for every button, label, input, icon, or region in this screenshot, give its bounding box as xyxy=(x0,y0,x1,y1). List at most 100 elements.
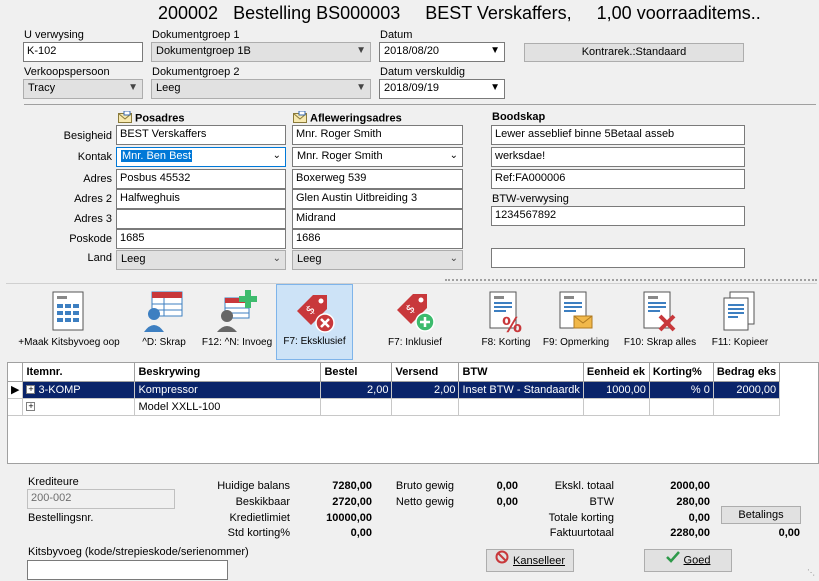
amount-cell[interactable] xyxy=(713,398,781,416)
dokumentgroep1-select[interactable]: Dokumentgroep 1B ▼ xyxy=(151,42,371,62)
shipped-cell[interactable]: 2,00 xyxy=(391,381,460,399)
unit-price-cell[interactable]: 1000,00 xyxy=(583,381,650,399)
delivery-besigheid-input[interactable]: Mnr. Roger Smith xyxy=(292,125,463,145)
vat-cell[interactable]: Inset BTW - Standaardk xyxy=(458,381,584,399)
totale-korting-label: Totale korting xyxy=(548,512,614,524)
delete-all-button[interactable]: F10: Skrap alles xyxy=(618,284,702,360)
discount-button[interactable]: % F8: Korting xyxy=(476,284,536,360)
message-line2-input[interactable]: werksdae! xyxy=(491,147,745,167)
stock-summary: 1,00 voorraaditems.. xyxy=(596,3,761,23)
adres2-label: Adres 2 xyxy=(74,193,112,205)
toolbar: +Maak Kitsbyvoeg oop ^D: Skrap F12: ^N: … xyxy=(6,283,817,360)
delivery-adres-input[interactable]: Boxerweg 539 xyxy=(292,169,463,189)
column-header[interactable]: Bestel xyxy=(320,363,393,382)
window-title: 200002 Bestelling BS000003 BEST Verskaff… xyxy=(158,3,761,24)
checkmark-icon xyxy=(665,550,680,571)
column-header[interactable]: Korting% xyxy=(649,363,714,382)
post-adres3-input[interactable] xyxy=(116,209,286,229)
svg-text:%: % xyxy=(502,313,522,334)
table-row[interactable]: + Model XXLL-100 xyxy=(8,398,781,416)
delete-button[interactable]: ^D: Skrap xyxy=(130,284,198,360)
datum-value: 2018/08/20 xyxy=(384,45,440,57)
vat-cell[interactable] xyxy=(458,398,584,416)
post-land-select[interactable]: Leeg ⌄ xyxy=(116,250,286,270)
discount-cell[interactable]: % 0 xyxy=(649,381,714,399)
document-number: 200002 xyxy=(158,3,219,23)
datum-picker[interactable]: 2018/08/20 ▼ xyxy=(379,42,505,62)
amount-cell[interactable]: 2000,00 xyxy=(713,381,781,399)
faktuurtotaal-label: Faktuurtotaal xyxy=(549,527,614,539)
aflewering-heading-text: Afleweringsadres xyxy=(310,112,402,125)
dokumentgroep2-select[interactable]: Leeg ▼ xyxy=(151,79,371,99)
exclusive-label: F7: Eksklusief xyxy=(283,336,346,347)
post-poskode-input[interactable]: 1685 xyxy=(116,229,286,249)
kanselleer-button[interactable]: Kanselleer xyxy=(486,549,574,572)
kontrarek-button[interactable]: Kontrarek.:Standaard xyxy=(524,43,744,62)
copy-label: F11: Kopieer xyxy=(711,337,769,348)
discount-cell[interactable] xyxy=(649,398,714,416)
post-adres2-input[interactable]: Halfweghuis xyxy=(116,189,286,209)
delivery-adres2-input[interactable]: Glen Austin Uitbreiding 3 xyxy=(292,189,463,209)
copy-button[interactable]: F11: Kopieer xyxy=(704,284,776,360)
btw-verwysing-label: BTW-verwysing xyxy=(492,193,569,205)
message-line3-input[interactable]: Ref:FA000006 xyxy=(491,169,745,189)
kit-button[interactable]: +Maak Kitsbyvoeg oop xyxy=(8,284,130,360)
unit-price-cell[interactable] xyxy=(583,398,650,416)
column-header[interactable]: Eenheid ek xyxy=(583,363,650,382)
delivery-adres3-input[interactable]: Midrand xyxy=(292,209,463,229)
note-button[interactable]: F9: Opmerking xyxy=(538,284,614,360)
column-header[interactable]: Bedrag eks xyxy=(713,363,781,382)
inclusive-button[interactable]: $ F7: Inklusief xyxy=(376,284,454,360)
datum-verskuldig-picker[interactable]: 2018/09/19 ▼ xyxy=(379,79,505,99)
netto-label: Netto gewig xyxy=(395,496,454,508)
shipped-cell[interactable] xyxy=(391,398,460,416)
delivery-poskode-input[interactable]: 1686 xyxy=(292,229,463,249)
dokumentgroep2-value: Leeg xyxy=(156,82,181,94)
delivery-land-select[interactable]: Leeg ⌄ xyxy=(292,250,463,270)
besigheid-label: Besigheid xyxy=(63,130,112,142)
chevron-down-icon: ▼ xyxy=(490,45,500,56)
itemnr-cell[interactable]: +3-KOMP xyxy=(22,381,136,399)
column-header[interactable]: Itemnr. xyxy=(22,363,136,382)
itemnr-cell[interactable]: + xyxy=(22,398,136,416)
delivery-land-value: Leeg xyxy=(297,253,322,265)
datum-verskuldig-label: Datum verskuldig xyxy=(380,66,465,78)
description-cell[interactable]: Kompressor xyxy=(134,381,322,399)
datum-label: Datum xyxy=(380,29,413,41)
std-korting-value: 0,00 xyxy=(350,527,372,539)
resize-grip-icon[interactable]: ⋱ xyxy=(807,569,817,579)
betalings-value: 0,00 xyxy=(778,527,800,539)
column-header[interactable]: BTW xyxy=(458,363,584,382)
delivery-kontak-select[interactable]: Mnr. Roger Smith ⌄ xyxy=(292,147,463,167)
expand-icon[interactable]: + xyxy=(26,402,36,412)
goed-label: Goed xyxy=(683,554,711,567)
posadres-heading-text: Posadres xyxy=(135,112,185,125)
description-cell[interactable]: Model XXLL-100 xyxy=(134,398,322,416)
verkoopspersoon-label: Verkoopspersoon xyxy=(24,66,110,78)
netto-value: 0,00 xyxy=(496,496,518,508)
exclusive-button[interactable]: $ F7: Eksklusief xyxy=(276,284,353,360)
column-header[interactable]: Versend xyxy=(391,363,460,382)
message-extra-input[interactable] xyxy=(491,248,745,268)
expand-icon[interactable]: + xyxy=(26,385,36,395)
u-verwysing-input[interactable]: K-102 xyxy=(23,42,143,62)
goed-button[interactable]: Goed xyxy=(644,549,732,572)
std-korting-label: Std korting% xyxy=(227,527,290,539)
adres3-label: Adres 3 xyxy=(74,213,112,225)
note-label: F9: Opmerking xyxy=(542,337,610,348)
post-kontak-select[interactable]: Mnr. Ben Best ⌄ xyxy=(116,147,286,167)
column-header[interactable]: Beskrywing xyxy=(134,363,322,382)
betalings-button[interactable]: Betalings xyxy=(721,506,801,524)
post-adres-input[interactable]: Posbus 45532 xyxy=(116,169,286,189)
kitsbyvoeg-input[interactable] xyxy=(27,560,228,580)
message-line1-input[interactable]: Lewer asseblief binne 5Betaal asseb xyxy=(491,125,745,145)
table-row[interactable]: ▶ +3-KOMP Kompressor 2,00 2,00 Inset BTW… xyxy=(8,381,781,399)
post-kontak-value: Mnr. Ben Best xyxy=(121,150,193,162)
ordered-cell[interactable] xyxy=(320,398,393,416)
post-besigheid-input[interactable]: BEST Verskaffers xyxy=(116,125,286,145)
insert-button[interactable]: F12: ^N: Invoeg xyxy=(198,284,276,360)
verkoopspersoon-select[interactable]: Tracy ▼ xyxy=(23,79,143,99)
ordered-cell[interactable]: 2,00 xyxy=(320,381,393,399)
btw-verwysing-input[interactable]: 1234567892 xyxy=(491,206,745,226)
row-indicator-header xyxy=(8,363,24,382)
